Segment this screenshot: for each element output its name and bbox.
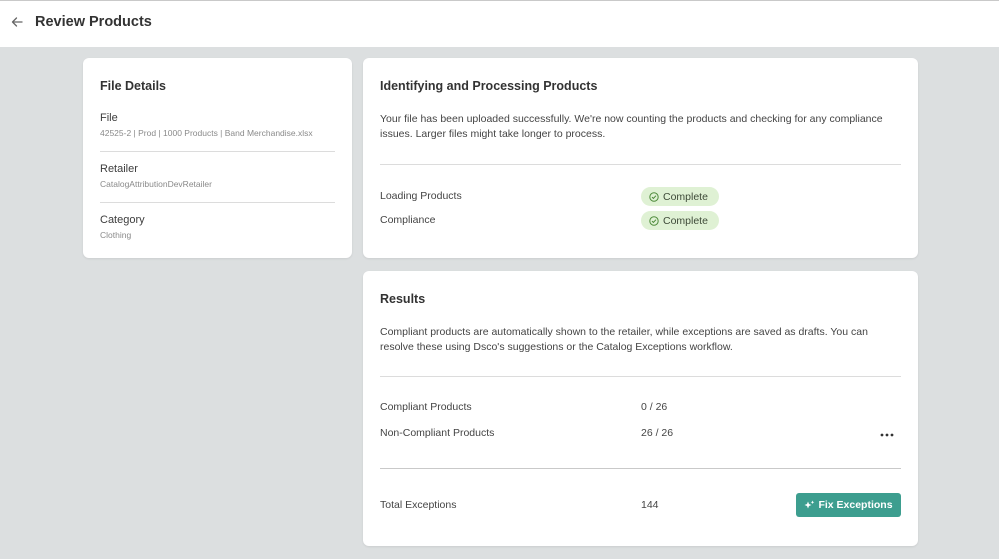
status-text: Complete: [663, 190, 708, 203]
results-title: Results: [380, 292, 426, 306]
sparkle-icon: [804, 500, 815, 508]
category-label: Category: [100, 214, 145, 226]
divider: [380, 376, 901, 377]
non-compliant-products-value: 26 / 26: [641, 427, 674, 439]
compliant-products-value: 0 / 26: [641, 401, 668, 413]
back-arrow-icon[interactable]: [10, 15, 26, 31]
non-compliant-products-label: Non-Compliant Products: [380, 427, 495, 439]
more-horizontal-icon[interactable]: [880, 427, 896, 439]
compliance-status-badge: Complete: [641, 211, 719, 230]
fix-exceptions-button[interactable]: Fix Exceptions: [796, 493, 901, 517]
file-details-title: File Details: [100, 79, 166, 93]
compliant-products-label: Compliant Products: [380, 401, 472, 413]
results-card: Results Compliant products are automatic…: [363, 271, 918, 546]
fix-exceptions-label: Fix Exceptions: [818, 499, 893, 511]
file-details-card: File Details File 42525-2 | Prod | 1000 …: [83, 58, 352, 258]
page-title: Review Products: [35, 14, 152, 30]
divider: [100, 202, 335, 203]
status-text: Complete: [663, 214, 708, 227]
file-label: File: [100, 112, 118, 124]
category-value: Clothing: [100, 230, 132, 240]
loading-products-label: Loading Products: [380, 190, 462, 202]
retailer-value: CatalogAttributionDevRetailer: [100, 179, 212, 189]
retailer-label: Retailer: [100, 163, 138, 175]
total-exceptions-label: Total Exceptions: [380, 499, 457, 511]
total-exceptions-value: 144: [641, 499, 659, 511]
check-circle-icon: [649, 191, 659, 202]
results-description: Compliant products are automatically sho…: [380, 326, 868, 353]
processing-card: Identifying and Processing Products Your…: [363, 58, 918, 258]
compliance-label: Compliance: [380, 214, 436, 226]
loading-products-status-badge: Complete: [641, 187, 719, 206]
processing-title: Identifying and Processing Products: [380, 79, 598, 93]
check-circle-icon: [649, 215, 659, 226]
top-bar: Review Products: [0, 0, 999, 47]
divider: [100, 151, 335, 152]
processing-description: Your file has been uploaded successfully…: [380, 113, 883, 140]
divider: [380, 468, 901, 469]
file-value: 42525-2 | Prod | 1000 Products | Band Me…: [100, 128, 313, 138]
divider: [380, 164, 901, 165]
